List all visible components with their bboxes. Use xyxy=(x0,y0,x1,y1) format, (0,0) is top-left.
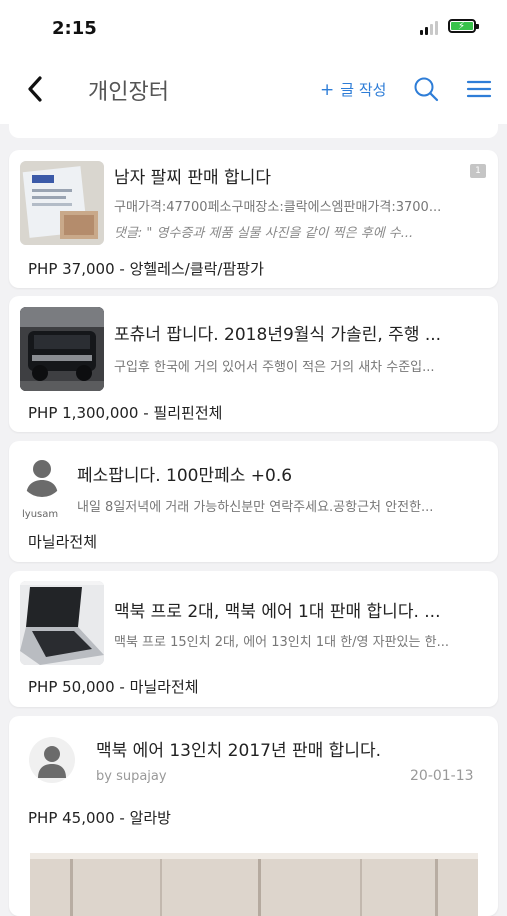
listing-thumbnail xyxy=(20,161,104,245)
status-time: 2:15 xyxy=(52,18,97,39)
avatar xyxy=(20,453,64,497)
avatar xyxy=(28,736,76,784)
listing-description: 구입후 한국에 거의 있어서 주행이 적은 거의 새차 수준입... xyxy=(114,360,435,375)
comment-count-badge: 1 xyxy=(470,164,486,178)
menu-button[interactable] xyxy=(466,78,492,100)
search-button[interactable] xyxy=(412,75,440,103)
listing-thumbnail xyxy=(20,581,104,665)
listing-price-location: PHP 45,000 - 알라방 xyxy=(28,809,171,827)
status-bar: 2:15 ⚡ xyxy=(0,0,507,52)
hamburger-menu-icon xyxy=(466,80,492,98)
listing-author: by supajay xyxy=(96,769,167,784)
listing-date: 20-01-13 xyxy=(410,768,474,784)
listing-title: 맥북 프로 2대, 맥북 에어 1대 판매 합니다. ... xyxy=(114,602,441,622)
write-post-label: 글 작성 xyxy=(340,81,387,99)
listing-description: 맥북 프로 15인치 2대, 에어 13인치 1대 한/영 자판있는 한... xyxy=(114,635,449,650)
listing-thumbnail xyxy=(20,307,104,391)
plus-icon: + xyxy=(320,80,335,100)
navigation-bar: 개인장터 + 글 작성 xyxy=(0,52,507,124)
back-button[interactable] xyxy=(22,72,50,106)
listing-description: 구매가격:47700페소구매장소:클락에스엠판매가격:3700... xyxy=(114,200,442,215)
listing-card[interactable]: 남자 팔찌 판매 합니다 1 구매가격:47700페소구매장소:클락에스엠판매가… xyxy=(9,150,498,288)
previous-card-edge xyxy=(9,118,498,138)
user-silhouette-icon xyxy=(29,737,75,783)
listing-title: 남자 팔찌 판매 합니다 xyxy=(114,168,271,188)
listing-comment-preview: 댓글: " 영수증과 제품 실물 사진을 같이 찍은 후에 수... xyxy=(114,226,414,241)
username: lyusam xyxy=(22,509,59,520)
listing-price-location: PHP 37,000 - 앙헬레스/클락/팜팡가 xyxy=(28,260,264,278)
battery-charging-icon: ⚡ xyxy=(448,19,479,33)
listing-card[interactable]: 포츄너 팝니다. 2018년9월식 가솔린, 주행 ... 구입후 한국에 거의… xyxy=(9,296,498,432)
listing-location: 마닐라전체 xyxy=(28,533,98,551)
listing-description: 내일 8일저녁에 거래 가능하신분만 연락주세요.공항근처 안전한... xyxy=(77,500,434,515)
listing-price-location: PHP 50,000 - 마닐라전체 xyxy=(28,678,199,696)
listing-price-location: PHP 1,300,000 - 필리핀전체 xyxy=(28,404,223,422)
cellular-signal-icon xyxy=(420,21,442,35)
listing-title: 페소팝니다. 100만페소 +0.6 xyxy=(77,466,293,486)
listing-title: 맥북 에어 13인치 2017년 판매 합니다. xyxy=(96,741,381,761)
chevron-left-icon xyxy=(28,76,42,102)
listing-photo xyxy=(30,853,478,916)
listing-card[interactable]: 맥북 에어 13인치 2017년 판매 합니다. by supajay 20-0… xyxy=(9,716,498,916)
listing-title: 포츄너 팝니다. 2018년9월식 가솔린, 주행 ... xyxy=(114,325,442,345)
listing-card[interactable]: lyusam 페소팝니다. 100만페소 +0.6 내일 8일저녁에 거래 가능… xyxy=(9,441,498,562)
write-post-button[interactable]: + 글 작성 xyxy=(320,79,386,100)
listing-card[interactable]: 맥북 프로 2대, 맥북 에어 1대 판매 합니다. ... 맥북 프로 15인… xyxy=(9,571,498,707)
user-silhouette-icon xyxy=(26,460,58,497)
page-title: 개인장터 xyxy=(88,80,169,105)
search-icon xyxy=(414,77,439,102)
